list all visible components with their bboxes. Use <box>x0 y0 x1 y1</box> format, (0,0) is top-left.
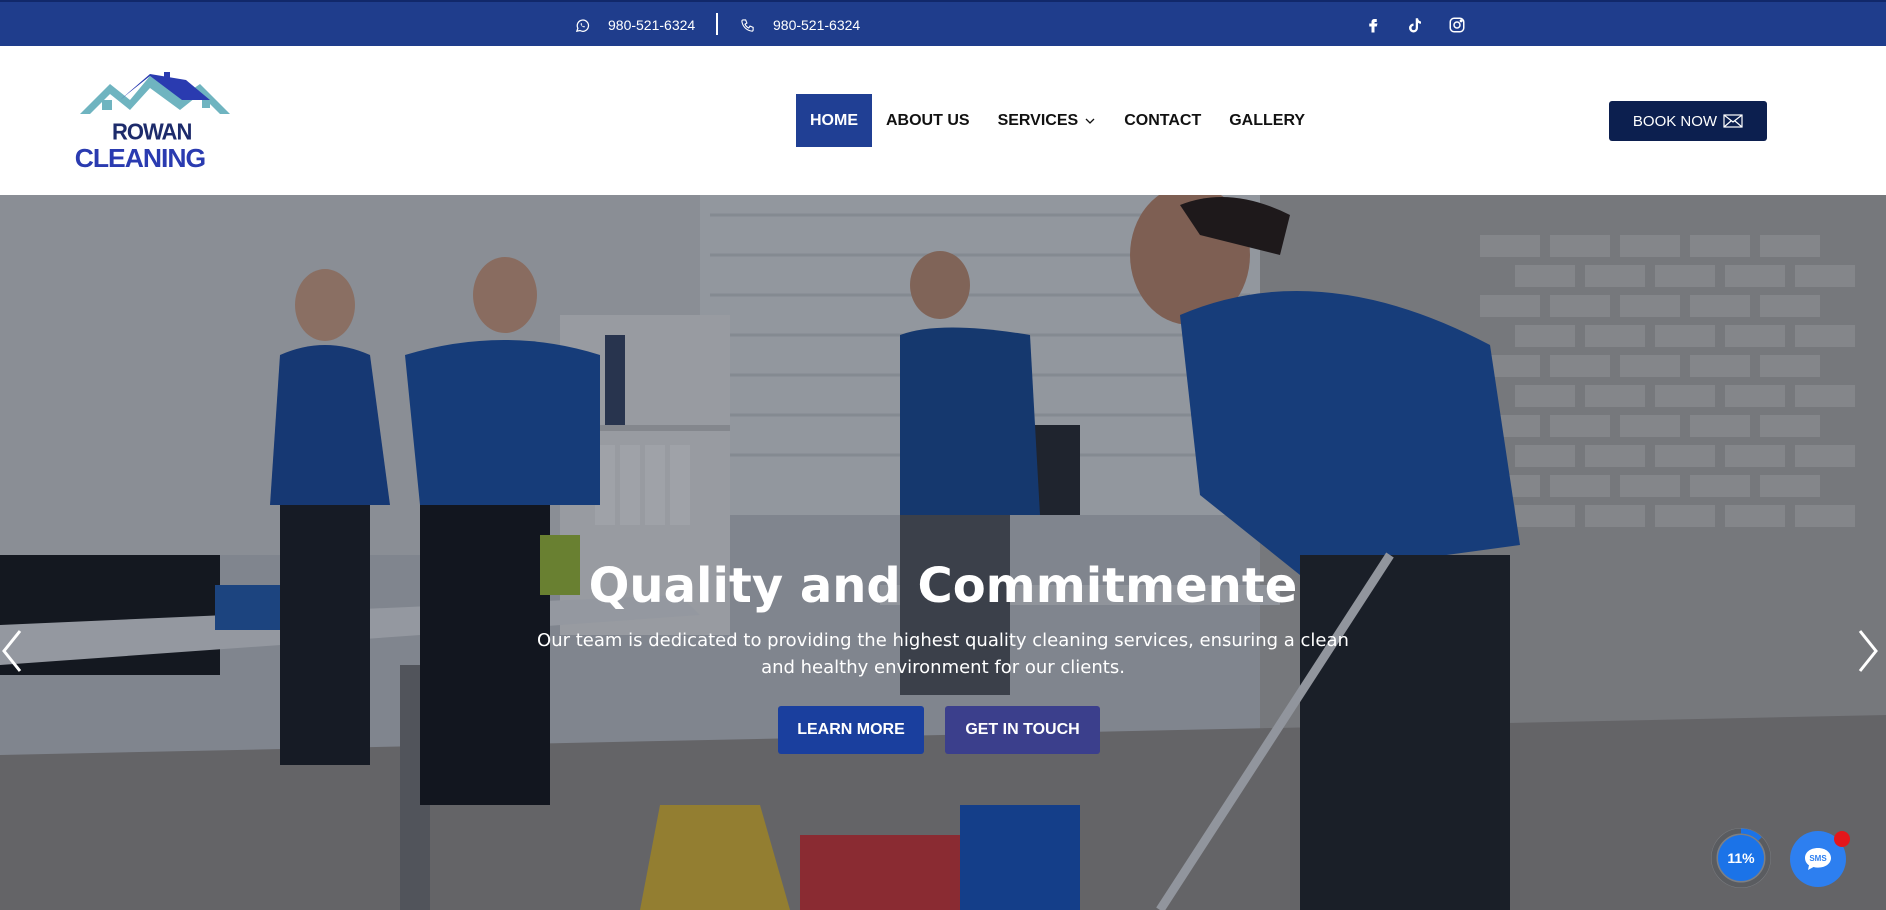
facebook-icon[interactable] <box>1364 16 1382 34</box>
whatsapp-contact[interactable]: 980-521-6324 <box>575 2 695 48</box>
hero-title: Quality and Commitmente <box>588 558 1298 614</box>
chevron-down-icon <box>1085 118 1095 124</box>
nav-services-label: SERVICES <box>997 111 1079 129</box>
hero-overlay <box>0 195 1886 910</box>
divider <box>716 13 718 35</box>
social-links <box>1364 2 1466 48</box>
logo[interactable]: ROWAN CLEANING <box>60 66 250 178</box>
whatsapp-number: 980-521-6324 <box>608 17 696 33</box>
notification-dot <box>1834 831 1850 847</box>
scroll-progress-widget[interactable]: 11% <box>1708 825 1774 891</box>
hero-subtitle: Our team is dedicated to providing the h… <box>537 630 1349 678</box>
sms-bubble-icon: SMS <box>1805 848 1831 870</box>
progress-ring-icon: 11% <box>1711 828 1771 888</box>
nav-services[interactable]: SERVICES <box>984 94 1111 147</box>
sms-text: SMS <box>1809 854 1827 863</box>
book-now-button[interactable]: BOOK NOW <box>1609 101 1767 141</box>
phone-number: 980-521-6324 <box>773 17 861 33</box>
site-header: ROWAN CLEANING HOME ABOUT US SERVICES CO… <box>0 46 1886 195</box>
logo-text-cleaning: CLEANING <box>74 143 206 173</box>
progress-text: 11% <box>1727 850 1755 866</box>
instagram-icon[interactable] <box>1448 16 1466 34</box>
book-now-label: BOOK NOW <box>1632 112 1718 130</box>
whatsapp-icon <box>575 18 590 32</box>
main-nav: HOME ABOUT US SERVICES CONTACT GALLERY <box>796 94 1319 147</box>
hero-slider: Quality and Commitmente Our team is dedi… <box>0 195 1886 910</box>
phone-contact[interactable]: 980-521-6324 <box>740 2 860 48</box>
learn-more-button[interactable]: LEARN MORE <box>778 706 924 754</box>
slider-prev-arrow-icon[interactable] <box>0 627 26 675</box>
sms-chat-button[interactable]: SMS <box>1790 831 1850 887</box>
envelope-icon <box>1723 114 1743 128</box>
slider-next-arrow-icon[interactable] <box>1854 627 1880 675</box>
nav-about-us[interactable]: ABOUT US <box>872 94 984 147</box>
tiktok-icon[interactable] <box>1406 16 1424 34</box>
get-in-touch-button[interactable]: GET IN TOUCH <box>945 706 1100 754</box>
phone-icon <box>741 18 754 32</box>
top-bar: 980-521-6324 980-521-6324 <box>0 0 1886 46</box>
logo-text-rowan: ROWAN <box>112 118 192 145</box>
nav-contact[interactable]: CONTACT <box>1110 94 1215 147</box>
nav-gallery[interactable]: GALLERY <box>1215 94 1319 147</box>
nav-home[interactable]: HOME <box>796 94 872 147</box>
